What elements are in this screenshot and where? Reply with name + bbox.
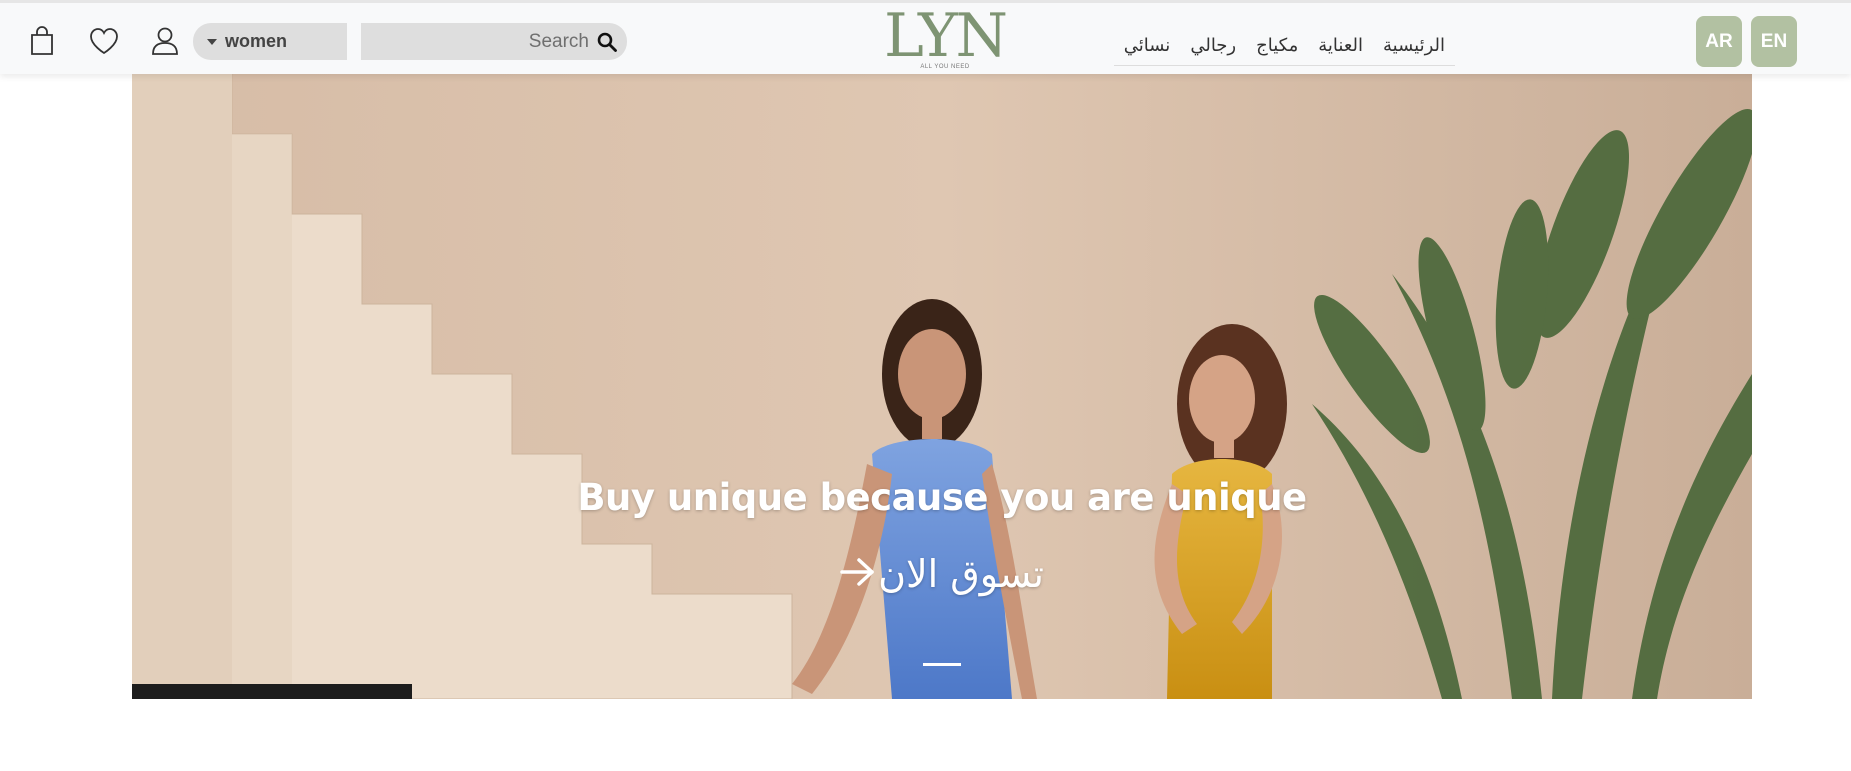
shop-now-label: تسوق الان bbox=[878, 552, 1044, 596]
logo-tagline: ALL YOU NEED bbox=[920, 64, 970, 70]
main-nav: الرئيسية العناية مكياج رجالي نسائي bbox=[1113, 25, 1455, 66]
nav-item-home[interactable]: الرئيسية bbox=[1383, 35, 1445, 56]
hero-image bbox=[132, 74, 1752, 699]
language-ar-button[interactable]: AR bbox=[1696, 16, 1742, 67]
shopping-bag-icon[interactable] bbox=[24, 23, 60, 59]
search-input[interactable] bbox=[379, 30, 597, 53]
logo-mark: LYN bbox=[883, 1, 1008, 71]
search-icon[interactable] bbox=[597, 32, 617, 52]
hero-headline: Buy unique because you are unique bbox=[577, 476, 1307, 519]
heart-icon[interactable] bbox=[86, 23, 122, 59]
category-select[interactable]: women bbox=[193, 23, 347, 60]
category-selected-value: women bbox=[225, 31, 288, 51]
nav-item-women[interactable]: نسائي bbox=[1124, 35, 1171, 56]
slider-indicator[interactable] bbox=[923, 663, 961, 666]
arrow-right-icon bbox=[840, 552, 876, 596]
hero-banner: Buy unique because you are unique تسوق ا… bbox=[132, 74, 1752, 699]
site-header: women LYN ALL YOU NEED الرئيسية العناية … bbox=[0, 0, 1851, 74]
search-bar bbox=[361, 23, 627, 60]
shop-now-link[interactable]: تسوق الان bbox=[132, 552, 1752, 596]
user-icon[interactable] bbox=[147, 23, 183, 59]
caret-down-icon bbox=[207, 38, 217, 45]
language-en-button[interactable]: EN bbox=[1751, 16, 1797, 67]
nav-item-men[interactable]: رجالي bbox=[1190, 35, 1236, 56]
site-logo[interactable]: LYN ALL YOU NEED bbox=[884, 5, 1008, 77]
nav-item-makeup[interactable]: مكياج bbox=[1256, 35, 1298, 56]
nav-item-care[interactable]: العناية bbox=[1318, 35, 1363, 56]
